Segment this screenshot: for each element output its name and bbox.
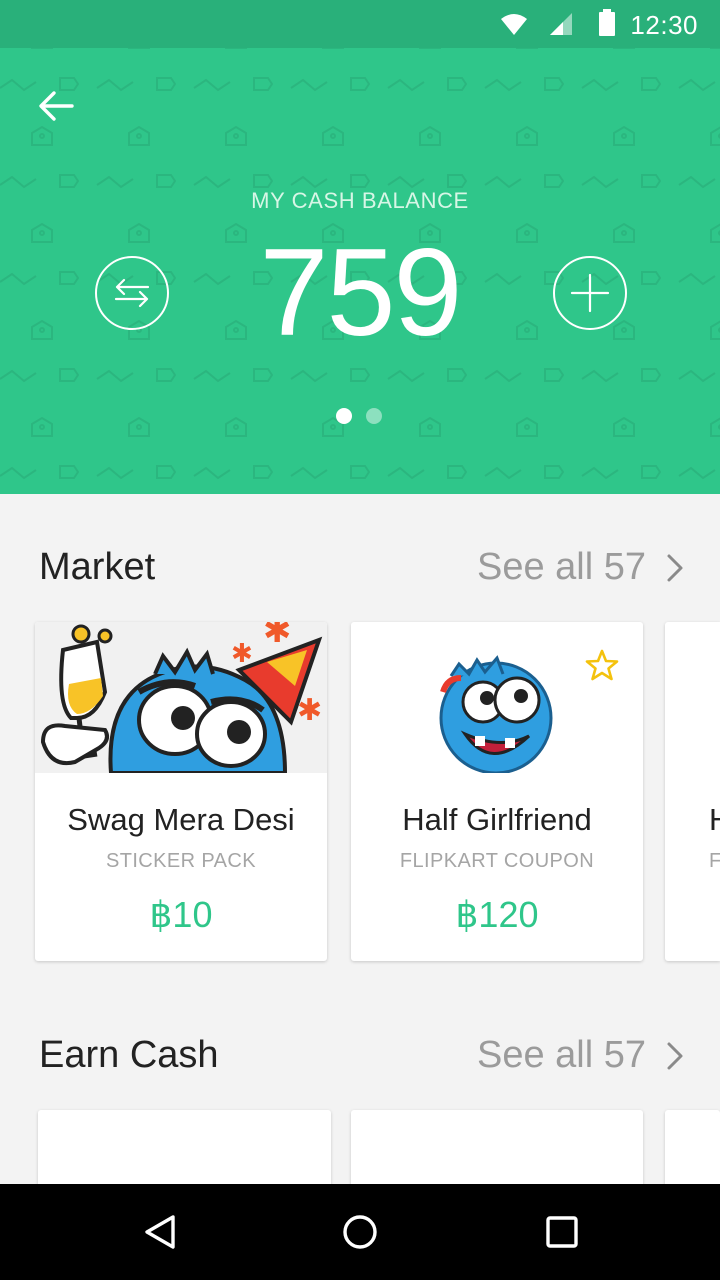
status-time: 12:30 [630,10,698,40]
nav-recents-button[interactable] [534,1204,590,1260]
battery-icon [599,9,615,36]
system-nav-bar [0,1184,720,1280]
coupon-thumbnail [351,622,643,773]
market-card[interactable]: Half Girlfriend FLIPKART COUPON ฿120 [351,622,643,961]
arrow-left-icon [39,91,74,121]
add-cash-button[interactable] [553,256,627,330]
transfer-icon [114,278,150,308]
svg-text:✱: ✱ [263,622,292,651]
market-see-all-label: See all 57 [476,546,646,588]
status-bar: 12:30 [0,0,720,48]
svg-text:✱: ✱ [297,693,322,728]
wifi-icon [501,14,527,35]
monster-avatar-image [439,655,553,773]
page-indicator[interactable] [336,408,382,424]
signal-icon [550,13,572,35]
chevron-right-icon [667,554,683,581]
star-icon[interactable] [585,648,619,682]
chevron-right-icon [667,1042,683,1069]
card-subtitle: F [709,850,720,872]
card-title: Half Girlfriend [402,802,592,837]
page-dot[interactable] [366,408,382,424]
svg-text:✱: ✱ [231,639,253,669]
market-card[interactable]: ✱ ✱ ✱ Swag Mera Desi STICKER PACK ฿10 [35,622,327,961]
market-title: Market [39,546,156,588]
recents-square-icon [546,1216,578,1248]
transfer-button[interactable] [95,256,169,330]
home-circle-icon [343,1215,377,1249]
market-card-partial[interactable]: H F [665,622,720,961]
back-button[interactable] [30,80,82,132]
nav-back-button[interactable] [132,1204,188,1260]
earn-cash-see-all-label: See all 57 [476,1034,646,1076]
plus-icon [570,273,610,313]
card-price: ฿120 [455,894,539,935]
card-title: Swag Mera Desi [67,802,295,837]
card-price: ฿10 [149,894,213,935]
nav-home-button[interactable] [332,1204,388,1260]
earn-cash-see-all[interactable]: See all 57 [477,1034,684,1077]
back-triangle-icon [145,1215,175,1249]
page-dot-active[interactable] [336,408,352,424]
sticker-thumbnail: ✱ ✱ ✱ [35,622,327,773]
card-subtitle: STICKER PACK [105,850,256,872]
card-title: H [709,802,720,838]
earn-cash-title: Earn Cash [39,1034,219,1076]
balance-label: MY CASH BALANCE [251,188,469,213]
market-see-all[interactable]: See all 57 [477,546,684,589]
balance-header: MY CASH BALANCE 759 [0,48,720,494]
card-subtitle: FLIPKART COUPON [399,850,595,872]
monster-sticker-image: ✱ ✱ ✱ [40,622,323,773]
